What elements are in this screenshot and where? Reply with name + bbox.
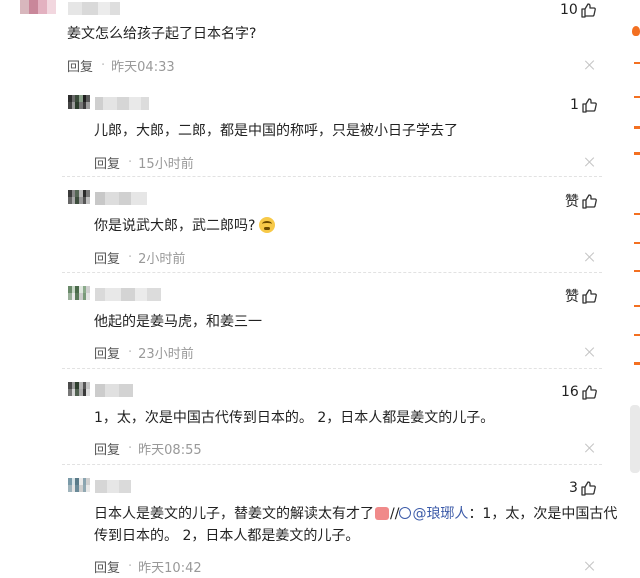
- mention-at-icon: [399, 507, 412, 519]
- mention-link[interactable]: @琅琊人: [399, 506, 468, 522]
- divider: [62, 368, 602, 370]
- comment-meta: 回复 · 15小时前: [94, 153, 194, 172]
- sidebar-marker: [634, 242, 640, 244]
- avatar[interactable]: [68, 286, 90, 300]
- avatar[interactable]: [68, 382, 90, 396]
- sidebar-marker: [634, 270, 640, 272]
- like-button[interactable]: 10: [560, 0, 596, 20]
- separator-dot: ·: [128, 559, 133, 574]
- separator-dot: ·: [128, 250, 133, 265]
- comment-text-body: 你是说武大郎，武二郎吗?: [94, 218, 256, 234]
- comment-text: 姜文怎么给孩子起了日本名字?: [67, 26, 257, 42]
- divider: [62, 272, 602, 274]
- sidebar-marker: [634, 62, 640, 64]
- like-count: 3: [569, 480, 578, 496]
- like-count: 10: [560, 2, 578, 18]
- timestamp: 15小时前: [138, 157, 194, 172]
- timestamp: 昨天08:55: [138, 443, 202, 458]
- separator-dot: ·: [101, 58, 106, 73]
- timestamp: 昨天10:42: [138, 561, 202, 576]
- close-icon[interactable]: [584, 59, 596, 71]
- username-blurred[interactable]: [68, 2, 120, 15]
- reply-button[interactable]: 回复: [94, 343, 120, 362]
- separator-dot: ·: [128, 441, 133, 456]
- reply-button[interactable]: 回复: [94, 153, 120, 172]
- thinking-face-emoji-icon: [259, 217, 276, 233]
- comment-text: 日本人是姜文的儿子，替姜文的解读太有才了//@琅琊人：1，太，次是中国古代: [94, 503, 617, 526]
- comment-thread: 10 姜文怎么给孩子起了日本名字? 回复 · 昨天04:33 1 儿郎，大郎，二…: [0, 0, 640, 578]
- username-blurred[interactable]: [95, 192, 147, 205]
- thumbs-up-icon: [582, 98, 597, 113]
- comment-text: 你是说武大郎，武二郎吗?: [94, 215, 276, 238]
- like-button[interactable]: 1: [570, 95, 597, 115]
- sidebar-marker: [634, 126, 640, 129]
- like-button[interactable]: 赞: [565, 286, 597, 306]
- right-sidebar-edge: [624, 0, 640, 578]
- like-button[interactable]: 3: [569, 478, 596, 498]
- username-blurred[interactable]: [95, 288, 161, 301]
- close-icon[interactable]: [584, 560, 596, 572]
- sidebar-marker: [634, 305, 640, 307]
- close-icon[interactable]: [584, 346, 596, 358]
- avatar[interactable]: [68, 478, 90, 492]
- comment-text: 他起的是姜马虎，和姜三一: [94, 314, 262, 330]
- avatar[interactable]: [68, 190, 90, 204]
- comment-meta: 回复 · 昨天08:55: [94, 439, 202, 458]
- divider: [62, 464, 602, 466]
- sidebar-marker: [634, 96, 640, 98]
- sidebar-marker: [634, 334, 640, 336]
- comment-meta: 回复 · 昨天04:33: [67, 56, 175, 75]
- reply-button[interactable]: 回复: [94, 557, 120, 576]
- reply-button[interactable]: 回复: [67, 56, 93, 75]
- like-label: 赞: [565, 289, 579, 305]
- thumbs-up-icon: [581, 3, 596, 18]
- comment-text-quoted: ：1，太，次是中国古代: [468, 506, 618, 522]
- comment-meta: 回复 · 昨天10:42: [94, 557, 202, 576]
- close-icon[interactable]: [584, 156, 596, 168]
- username-blurred[interactable]: [95, 97, 149, 110]
- timestamp: 23小时前: [138, 347, 194, 362]
- close-icon[interactable]: [584, 251, 596, 263]
- comment-text: 1，太，次是中国古代传到日本的。 2，日本人都是姜文的儿子。: [94, 410, 495, 426]
- separator-dot: ·: [128, 345, 133, 360]
- thumbs-up-icon: [582, 385, 597, 400]
- comment-text-line2: 传到日本的。 2，日本人都是姜文的儿子。: [94, 528, 360, 544]
- username-blurred[interactable]: [95, 480, 131, 493]
- avatar[interactable]: [68, 95, 90, 109]
- username-blurred[interactable]: [95, 384, 133, 397]
- flame-icon: [632, 26, 640, 36]
- reply-button[interactable]: 回复: [94, 248, 120, 267]
- thumbs-up-icon: [582, 289, 597, 304]
- avatar[interactable]: [20, 0, 56, 14]
- divider: [62, 176, 602, 178]
- comment-meta: 回复 · 2小时前: [94, 248, 185, 267]
- like-button[interactable]: 赞: [565, 191, 597, 211]
- timestamp: 昨天04:33: [111, 60, 175, 75]
- thumbs-up-emoji-icon: [375, 507, 389, 520]
- scrollbar-thumb[interactable]: [630, 405, 640, 473]
- sidebar-marker: [634, 213, 640, 215]
- timestamp: 2小时前: [138, 252, 186, 267]
- thumbs-up-icon: [582, 194, 597, 209]
- mention-text: @琅琊人: [412, 506, 469, 522]
- comment-text-body: 日本人是姜文的儿子，替姜文的解读太有才了: [94, 506, 374, 522]
- like-count: 16: [561, 384, 579, 400]
- close-icon[interactable]: [584, 442, 596, 454]
- like-count: 1: [570, 97, 579, 113]
- like-label: 赞: [565, 194, 579, 210]
- reply-button[interactable]: 回复: [94, 439, 120, 458]
- sidebar-marker: [634, 362, 640, 365]
- separator-dot: ·: [128, 155, 133, 170]
- sidebar-marker: [634, 152, 640, 155]
- thumbs-up-icon: [581, 481, 596, 496]
- like-button[interactable]: 16: [561, 382, 597, 402]
- comment-text: 儿郎，大郎，二郎，都是中国的称呼，只是被小日子学去了: [94, 123, 458, 139]
- comment-meta: 回复 · 23小时前: [94, 343, 194, 362]
